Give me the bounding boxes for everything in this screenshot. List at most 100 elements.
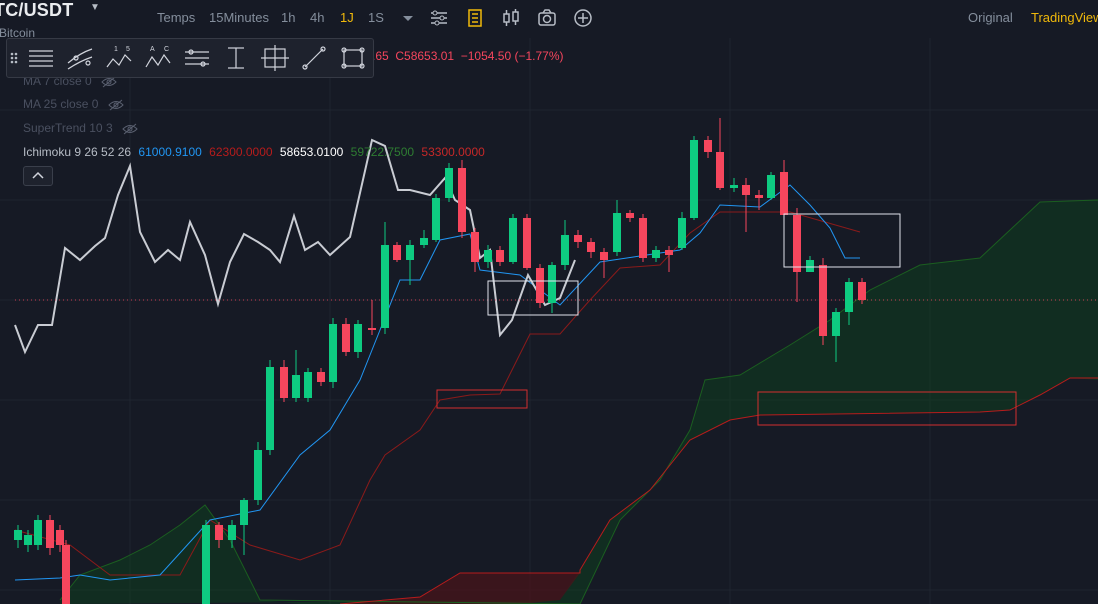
ichimoku-span-a-value: 59722.7500 (350, 145, 415, 159)
candle-up (266, 367, 274, 450)
candle-down (56, 530, 64, 545)
ohlc-close: C58653.01 (395, 49, 455, 63)
candle-up (767, 175, 775, 198)
eye-off-icon[interactable] (108, 99, 124, 111)
candle-up (678, 218, 686, 248)
price-chart[interactable] (0, 38, 1098, 604)
fib-levels-icon[interactable] (179, 41, 215, 75)
indicator-settings-icon[interactable] (429, 9, 449, 27)
legend-ma25[interactable]: MA 25 close 0 (23, 97, 124, 111)
candle-down (393, 245, 401, 260)
eye-off-icon[interactable] (122, 123, 138, 135)
line-tool-icon[interactable] (296, 41, 332, 75)
timeframe-1s[interactable]: 1S (368, 10, 384, 25)
view-tradingview[interactable]: TradingView (1031, 10, 1098, 25)
candle-up (845, 282, 853, 312)
rectangle-tool-icon[interactable] (335, 41, 371, 75)
ichimoku-chikou-value: 58653.0100 (279, 145, 344, 159)
candle-up (806, 260, 814, 272)
candle-up (304, 372, 312, 398)
candle-up (548, 265, 556, 303)
candle-down (368, 328, 376, 330)
camera-icon[interactable] (537, 9, 557, 27)
chikou-line (14, 138, 576, 355)
candle-style-icon[interactable] (501, 9, 521, 27)
candle-down (523, 218, 531, 268)
svg-text:1: 1 (114, 46, 118, 53)
candle-up (254, 450, 262, 500)
candle-up (445, 168, 453, 198)
candle-up (381, 245, 389, 328)
ohlc-readout: .65 C58653.01 −1054.50 (−1.77%) (372, 49, 564, 63)
candle-down (600, 252, 608, 260)
timeframe-1h[interactable]: 1h (281, 10, 295, 25)
pattern-ac-icon[interactable]: A C (140, 41, 176, 75)
candle-down (587, 242, 595, 252)
candle-up (202, 525, 210, 604)
timeframe-4h[interactable]: 4h (310, 10, 324, 25)
candle-down (639, 218, 647, 258)
ohlc-low-partial: .65 (372, 49, 389, 63)
top-toolbar: TC/USDT ▼ Bitcoin Temps 15Minutes 1h 4h … (0, 0, 1098, 40)
ohlc-change: −1054.50 (−1.77%) (460, 49, 564, 63)
candle-up (730, 185, 738, 188)
candle-up (228, 525, 236, 540)
add-circle-icon[interactable] (573, 9, 593, 27)
pattern-15-icon[interactable]: 1 5 (101, 41, 137, 75)
ichimoku-kijun-value: 62300.0000 (209, 145, 273, 159)
legend-ichimoku[interactable]: Ichimoku 9 26 52 26 61000.9100 62300.000… (23, 145, 485, 159)
candle-down (793, 215, 801, 272)
candle-down (858, 282, 866, 300)
timeframe-15min[interactable]: 15Minutes (209, 10, 269, 25)
drawing-toolbar: 1 5 A C (6, 38, 374, 78)
candle-down (458, 168, 466, 232)
candle-up (832, 312, 840, 336)
chevron-down-icon[interactable]: ▼ (90, 2, 100, 13)
candle-down (704, 140, 712, 152)
crosshair-box-icon[interactable] (257, 41, 293, 75)
trend-lines-icon[interactable] (62, 41, 98, 75)
drawn-rectangle-red-1 (436, 389, 528, 409)
candle-down (574, 235, 582, 242)
candle-down (46, 520, 54, 548)
ichimoku-cloud-green (60, 200, 1098, 604)
candle-down (280, 367, 288, 398)
candles-group (14, 118, 866, 604)
candle-up (561, 235, 569, 265)
drawn-rectangle-white-2 (783, 213, 901, 268)
candle-up (14, 530, 22, 540)
candle-down (342, 324, 350, 352)
timeframe-1j[interactable]: 1J (340, 10, 354, 25)
candle-up (24, 535, 32, 545)
candle-down (819, 265, 827, 336)
svg-text:5: 5 (126, 46, 130, 53)
candle-down (716, 152, 724, 188)
template-icon[interactable] (465, 9, 485, 27)
candle-down (496, 250, 504, 262)
candle-up (484, 250, 492, 262)
candle-down (62, 545, 70, 604)
candle-down (780, 172, 788, 215)
drag-handle-icon[interactable] (7, 41, 21, 75)
horizontal-lines-icon[interactable] (23, 41, 59, 75)
candle-down (471, 232, 479, 262)
timeframe-more-icon[interactable] (398, 9, 418, 27)
candle-up (613, 213, 621, 252)
legend-ichimoku-label: Ichimoku 9 26 52 26 (23, 145, 132, 159)
candle-down (317, 372, 325, 382)
ichimoku-tenkan-value: 61000.9100 (138, 145, 202, 159)
legend-supertrend[interactable]: SuperTrend 10 3 (23, 121, 138, 135)
svg-text:A: A (150, 46, 155, 53)
candle-up (420, 238, 428, 245)
candle-up (432, 198, 440, 240)
vertical-measure-icon[interactable] (218, 41, 254, 75)
view-original[interactable]: Original (968, 10, 1013, 25)
candle-up (509, 218, 517, 262)
candle-up (690, 140, 698, 218)
collapse-legend-button[interactable] (23, 166, 53, 186)
legend-supertrend-label: SuperTrend 10 3 (23, 121, 113, 135)
symbol-title[interactable]: TC/USDT (0, 0, 73, 21)
candle-down (626, 213, 634, 218)
candle-down (742, 185, 750, 195)
candle-up (354, 324, 362, 352)
